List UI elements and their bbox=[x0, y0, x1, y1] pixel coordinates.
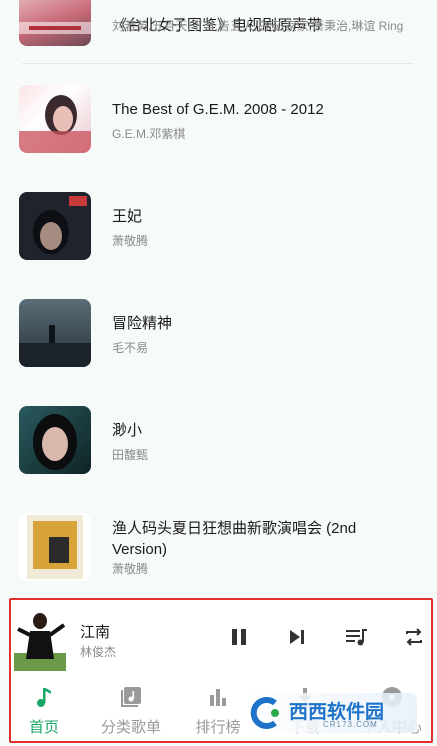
album-cover bbox=[19, 192, 91, 260]
mini-player[interactable]: 江南 林俊杰 bbox=[11, 600, 431, 675]
watermark-logo-icon bbox=[250, 697, 279, 729]
album-row[interactable]: 冒险精神 毛不易 bbox=[0, 298, 437, 398]
album-artist: 萧敬腾 bbox=[112, 234, 149, 248]
skip-next-icon bbox=[290, 630, 304, 644]
album-title: 渺小 bbox=[112, 422, 143, 439]
album-title: The Best of G.E.M. 2008 - 2012 bbox=[112, 101, 324, 118]
album-cover bbox=[19, 406, 91, 474]
album-row[interactable]: The Best of G.E.M. 2008 - 2012 G.E.M.邓紫棋 bbox=[0, 84, 437, 184]
album-cover bbox=[19, 0, 91, 46]
music-note-icon bbox=[32, 685, 56, 709]
divider bbox=[22, 63, 413, 64]
nav-category[interactable]: 分类歌单 bbox=[91, 676, 171, 741]
album-artist: G.E.M.邓紫棋 bbox=[112, 127, 186, 141]
song-title: 江南 bbox=[80, 624, 111, 641]
repeat-icon bbox=[406, 628, 422, 646]
album-title: 渔人码头夏日狂想曲新歌演唱会 (2nd Version) bbox=[112, 520, 357, 558]
album-row[interactable]: 王妃 萧敬腾 bbox=[0, 191, 437, 291]
album-cover bbox=[19, 513, 91, 581]
album-title: 王妃 bbox=[112, 208, 143, 225]
player-cover[interactable] bbox=[14, 603, 66, 671]
album-cover bbox=[19, 299, 91, 367]
pause-button[interactable] bbox=[226, 624, 252, 650]
album-artist: 萧敬腾 bbox=[112, 562, 149, 576]
album-artist: 毛不易 bbox=[112, 341, 149, 355]
album-cover bbox=[19, 85, 91, 153]
pause-icon bbox=[232, 629, 246, 645]
album-row[interactable]: 渺小 田馥甄 bbox=[0, 405, 437, 505]
playlist-button[interactable] bbox=[343, 624, 369, 650]
queue-music-icon bbox=[346, 629, 367, 646]
watermark-sub: CR173.COM bbox=[323, 720, 378, 729]
nav-home[interactable]: 首页 bbox=[4, 676, 84, 741]
repeat-button[interactable] bbox=[401, 624, 427, 650]
next-button[interactable] bbox=[284, 624, 310, 650]
album-row[interactable]: 渔人码头夏日狂想曲新歌演唱会 (2nd Version) 萧敬腾 bbox=[0, 512, 437, 612]
nav-label: 分类歌单 bbox=[100, 719, 161, 736]
nav-label: 首页 bbox=[28, 719, 59, 736]
bar-chart-icon bbox=[206, 685, 230, 709]
watermark: 西西软件园 CR173.COM bbox=[243, 693, 417, 733]
album-artist: 田馥甄 bbox=[112, 448, 149, 462]
playlist-album-icon bbox=[119, 685, 143, 709]
album-artist: 刘若英,五月天,丁当,告五人,白安,家家,萧秉治,琳谊 Ring bbox=[112, 19, 404, 33]
album-title: 冒险精神 bbox=[112, 315, 173, 332]
song-artist: 林俊杰 bbox=[80, 645, 117, 659]
